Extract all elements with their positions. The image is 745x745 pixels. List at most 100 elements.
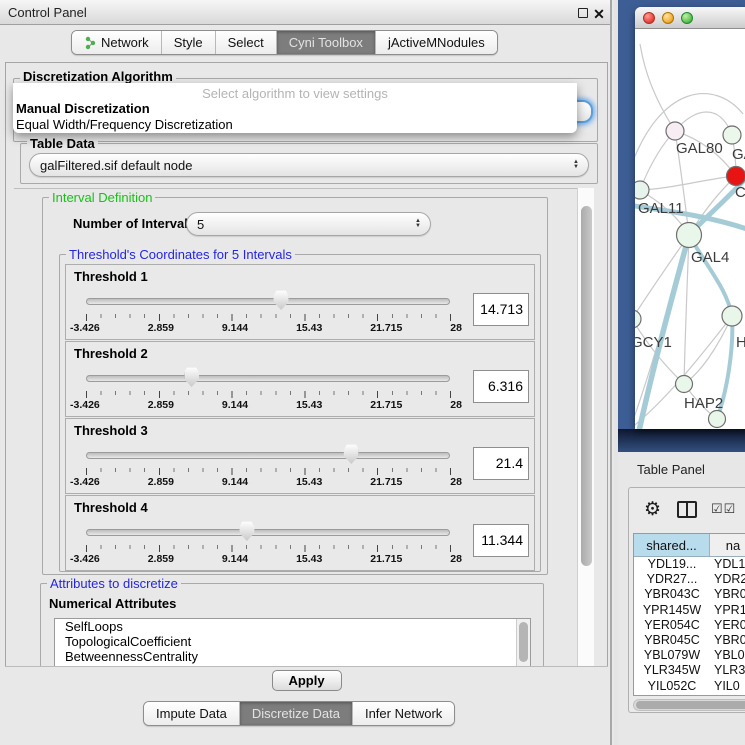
cell: YBL079W (634, 648, 710, 663)
tab-style[interactable]: Style (161, 31, 215, 54)
algorithm-item-manual[interactable]: Manual Discretization (16, 101, 150, 116)
tick-label: -3.426 (70, 399, 100, 411)
tab-discretize-data[interactable]: Discretize Data (239, 702, 352, 725)
select-columns-checkboxes-icon[interactable]: ☑☑ (711, 501, 736, 517)
table-row[interactable]: YPR145W YPR1 (634, 603, 745, 618)
tick-label: 15.43 (296, 322, 322, 334)
list-item[interactable]: SelfLoops (55, 619, 530, 634)
tab-jactivemnodules[interactable]: jActiveMNodules (375, 31, 497, 54)
table-row[interactable]: YBR043C YBR0 (634, 587, 745, 602)
threshold-4-value-field[interactable]: 11.344 (473, 524, 529, 557)
scrollbar-thumb[interactable] (636, 701, 745, 709)
algorithm-item-equal-width[interactable]: Equal Width/Frequency Discretization (16, 117, 233, 132)
control-panel-titlebar[interactable]: Control Panel ✕ (0, 0, 610, 25)
slider-thumb[interactable] (344, 444, 359, 464)
scrollbar-thumb[interactable] (519, 622, 528, 662)
tick-label: 2.859 (148, 553, 174, 565)
threshold-1-value-field[interactable]: 14.713 (473, 293, 529, 326)
settings-scrollbar[interactable] (577, 188, 594, 666)
slider-thumb[interactable] (184, 367, 199, 387)
table-row[interactable]: YBR045C YBR0 (634, 633, 745, 648)
tick-label: 21.715 (370, 476, 402, 488)
network-canvas[interactable]: GAL80 GA C GAL11 GAL4 GCY1 H HAP2 (635, 29, 745, 429)
table-data-group: Table Data galFiltered.sif default node … (20, 143, 598, 184)
screen: Control Panel ✕ Network Style Select (0, 0, 745, 745)
scrollbar-thumb[interactable] (581, 206, 592, 566)
zoom-traffic-icon[interactable] (681, 12, 693, 24)
tab-impute-data[interactable]: Impute Data (144, 702, 239, 725)
number-of-intervals-combobox[interactable]: 5 ▲▼ (186, 212, 431, 236)
cell: YPR1 (710, 603, 745, 618)
algorithm-hint-item[interactable]: Select algorithm to view settings (13, 86, 577, 101)
node-gal11[interactable] (635, 181, 649, 199)
minimize-traffic-icon[interactable] (662, 12, 674, 24)
slider-track[interactable] (86, 375, 450, 382)
list-item[interactable]: TopologicalCoefficient (55, 634, 530, 649)
tick-label: 21.715 (370, 399, 402, 411)
tab-network[interactable]: Network (72, 31, 161, 54)
threshold-2-slider[interactable] (86, 366, 450, 390)
network-window[interactable]: GAL80 GA C GAL11 GAL4 GCY1 H HAP2 (635, 7, 745, 429)
window-shadow (618, 429, 745, 452)
node-hap2[interactable] (676, 376, 693, 393)
slider-thumb[interactable] (239, 521, 254, 541)
slider-thumb[interactable] (274, 290, 289, 310)
table-row[interactable]: YLR345W YLR3 (634, 663, 745, 678)
thresholds-group-label: Threshold's Coordinates for 5 Intervals (66, 247, 295, 262)
cell: YBR043C (634, 587, 710, 602)
node-red[interactable] (727, 167, 745, 186)
close-traffic-icon[interactable] (643, 12, 655, 24)
table-header-row: shared... na (634, 534, 745, 557)
table-row[interactable]: YBL079W YBL0 (634, 648, 745, 663)
slider-track[interactable] (86, 298, 450, 305)
table-toolbar: ⚙ ☑☑ (629, 488, 745, 531)
thresholds-group: Threshold's Coordinates for 5 Intervals … (59, 254, 541, 572)
node-label-gcy1: GCY1 (635, 334, 672, 351)
tick-label: 15.43 (296, 399, 322, 411)
threshold-3-value-field[interactable]: 21.4 (473, 447, 529, 480)
table-row[interactable]: YDL19... YDL1 (634, 557, 745, 572)
threshold-2-value-field[interactable]: 6.316 (473, 370, 529, 403)
node-label-c: C (735, 184, 745, 201)
column-header-shared-name[interactable]: shared... (634, 534, 710, 556)
network-icon (84, 36, 97, 50)
node-bottom[interactable] (709, 411, 726, 428)
tab-cyni-toolbox[interactable]: Cyni Toolbox (276, 31, 375, 54)
node-gcy1[interactable] (635, 310, 641, 328)
attributes-list[interactable]: SelfLoops TopologicalCoefficient Between… (54, 618, 531, 666)
tick-label: 2.859 (148, 322, 174, 334)
threshold-4-slider[interactable] (86, 520, 450, 544)
table-row[interactable]: YER054C YER0 (634, 618, 745, 633)
table-horizontal-scrollbar[interactable] (633, 699, 745, 711)
tab-select-label: Select (228, 35, 264, 50)
network-window-titlebar[interactable] (635, 7, 745, 29)
threshold-1-slider[interactable] (86, 289, 450, 313)
tab-infer-network[interactable]: Infer Network (352, 702, 454, 725)
apply-button[interactable]: Apply (272, 670, 342, 691)
node-h[interactable] (722, 306, 742, 326)
list-item[interactable]: BetweennessCentrality (55, 649, 530, 664)
table-row[interactable]: YIL052C YIL0 (634, 679, 745, 694)
gear-icon[interactable]: ⚙ (644, 498, 661, 521)
close-icon[interactable]: ✕ (591, 2, 607, 27)
slider-major-ticks (86, 391, 451, 398)
columns-icon[interactable] (677, 501, 697, 518)
node-ga[interactable] (723, 126, 741, 144)
tick-label: -3.426 (70, 476, 100, 488)
table-row[interactable]: YDR27... YDR2 (634, 572, 745, 587)
node-label-gal80: GAL80 (676, 140, 723, 157)
tick-label: 21.715 (370, 322, 402, 334)
cell: YBR045C (634, 633, 710, 648)
table-data-combobox[interactable]: galFiltered.sif default node ▲▼ (29, 153, 589, 177)
slider-track[interactable] (86, 529, 450, 536)
tab-select[interactable]: Select (215, 31, 276, 54)
float-window-icon[interactable] (578, 8, 588, 18)
attributes-list-scrollbar[interactable] (516, 619, 530, 666)
node-gal80[interactable] (666, 122, 684, 140)
cell: YBL0 (710, 648, 745, 663)
slider-tick-labels: -3.426 2.859 9.144 15.43 21.715 28 (70, 322, 462, 334)
node-gal4[interactable] (677, 223, 702, 248)
column-header-name[interactable]: na (710, 534, 745, 556)
threshold-3-slider[interactable] (86, 443, 450, 467)
slider-track[interactable] (86, 452, 450, 459)
